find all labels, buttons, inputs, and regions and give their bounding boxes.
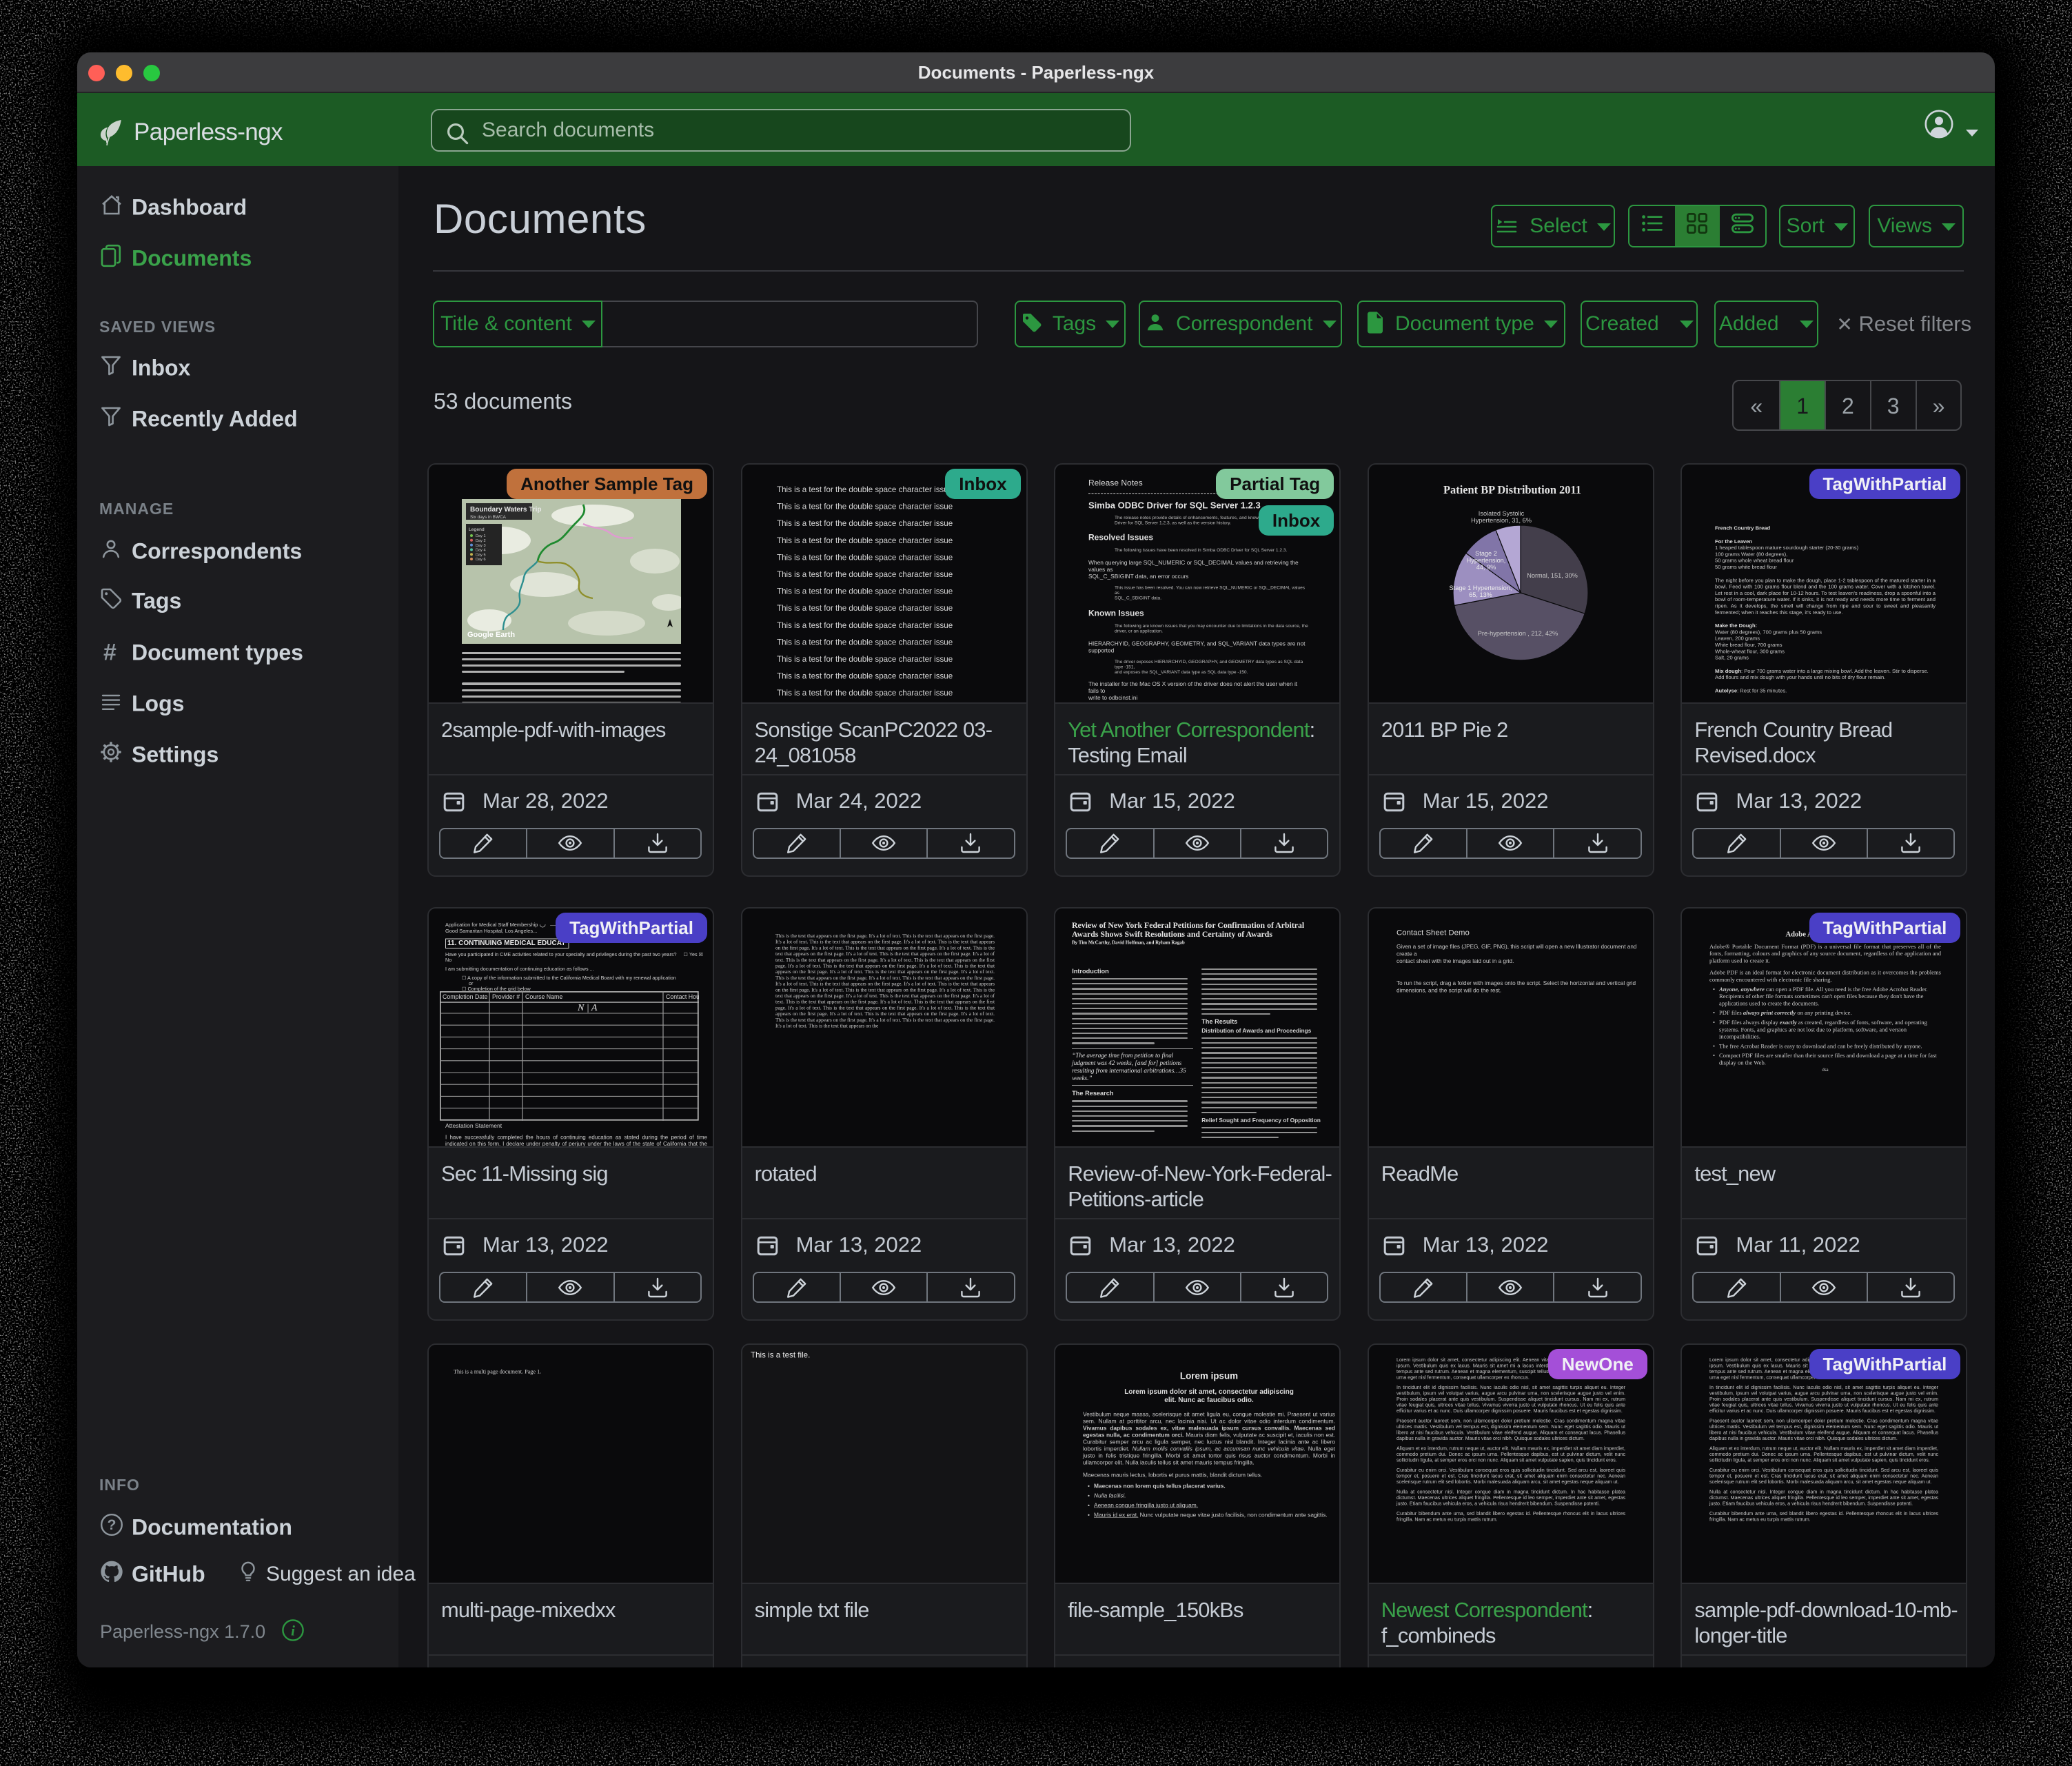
svg-text:Stage 1 Hypertension,: Stage 1 Hypertension, xyxy=(1449,585,1512,591)
svg-text:Day 5: Day 5 xyxy=(476,553,486,557)
svg-text:N | A: N | A xyxy=(577,1003,598,1013)
svg-text:Google Earth: Google Earth xyxy=(467,631,515,639)
svg-text:Isolated Systolic: Isolated Systolic xyxy=(1479,510,1525,517)
svg-text:Course Name: Course Name xyxy=(525,993,562,1000)
svg-text:Legend: Legend xyxy=(469,527,485,532)
svg-text:Day 1: Day 1 xyxy=(476,534,486,538)
svg-text:44, 9%: 44, 9% xyxy=(1476,564,1496,571)
svg-text:Patient BP Distribution 2011: Patient BP Distribution 2011 xyxy=(1443,483,1581,496)
svg-text:Hypertension,: Hypertension, xyxy=(1466,557,1505,564)
svg-text:Provider #: Provider # xyxy=(492,993,520,1000)
svg-text:65, 13%: 65, 13% xyxy=(1469,591,1492,598)
svg-text:Boundary Waters Trip: Boundary Waters Trip xyxy=(470,506,542,514)
svg-text:Hypertension, 31, 6%: Hypertension, 31, 6% xyxy=(1471,517,1532,524)
svg-text:Day 6: Day 6 xyxy=(476,558,486,562)
svg-text:Normal, 151, 30%: Normal, 151, 30% xyxy=(1527,572,1578,579)
svg-text:Stage 2: Stage 2 xyxy=(1475,550,1497,557)
svg-text:Six days in BWCA: Six days in BWCA xyxy=(470,515,507,520)
svg-text:Day 4: Day 4 xyxy=(476,548,486,552)
svg-text:Pre-hypertension , 212, 42%: Pre-hypertension , 212, 42% xyxy=(1478,630,1558,637)
svg-text:Contact Hours: Contact Hours xyxy=(666,993,699,1000)
svg-text:Day 3: Day 3 xyxy=(476,543,486,547)
svg-text:Day 2: Day 2 xyxy=(476,539,486,543)
svg-text:Completion Date: Completion Date xyxy=(443,993,488,1000)
